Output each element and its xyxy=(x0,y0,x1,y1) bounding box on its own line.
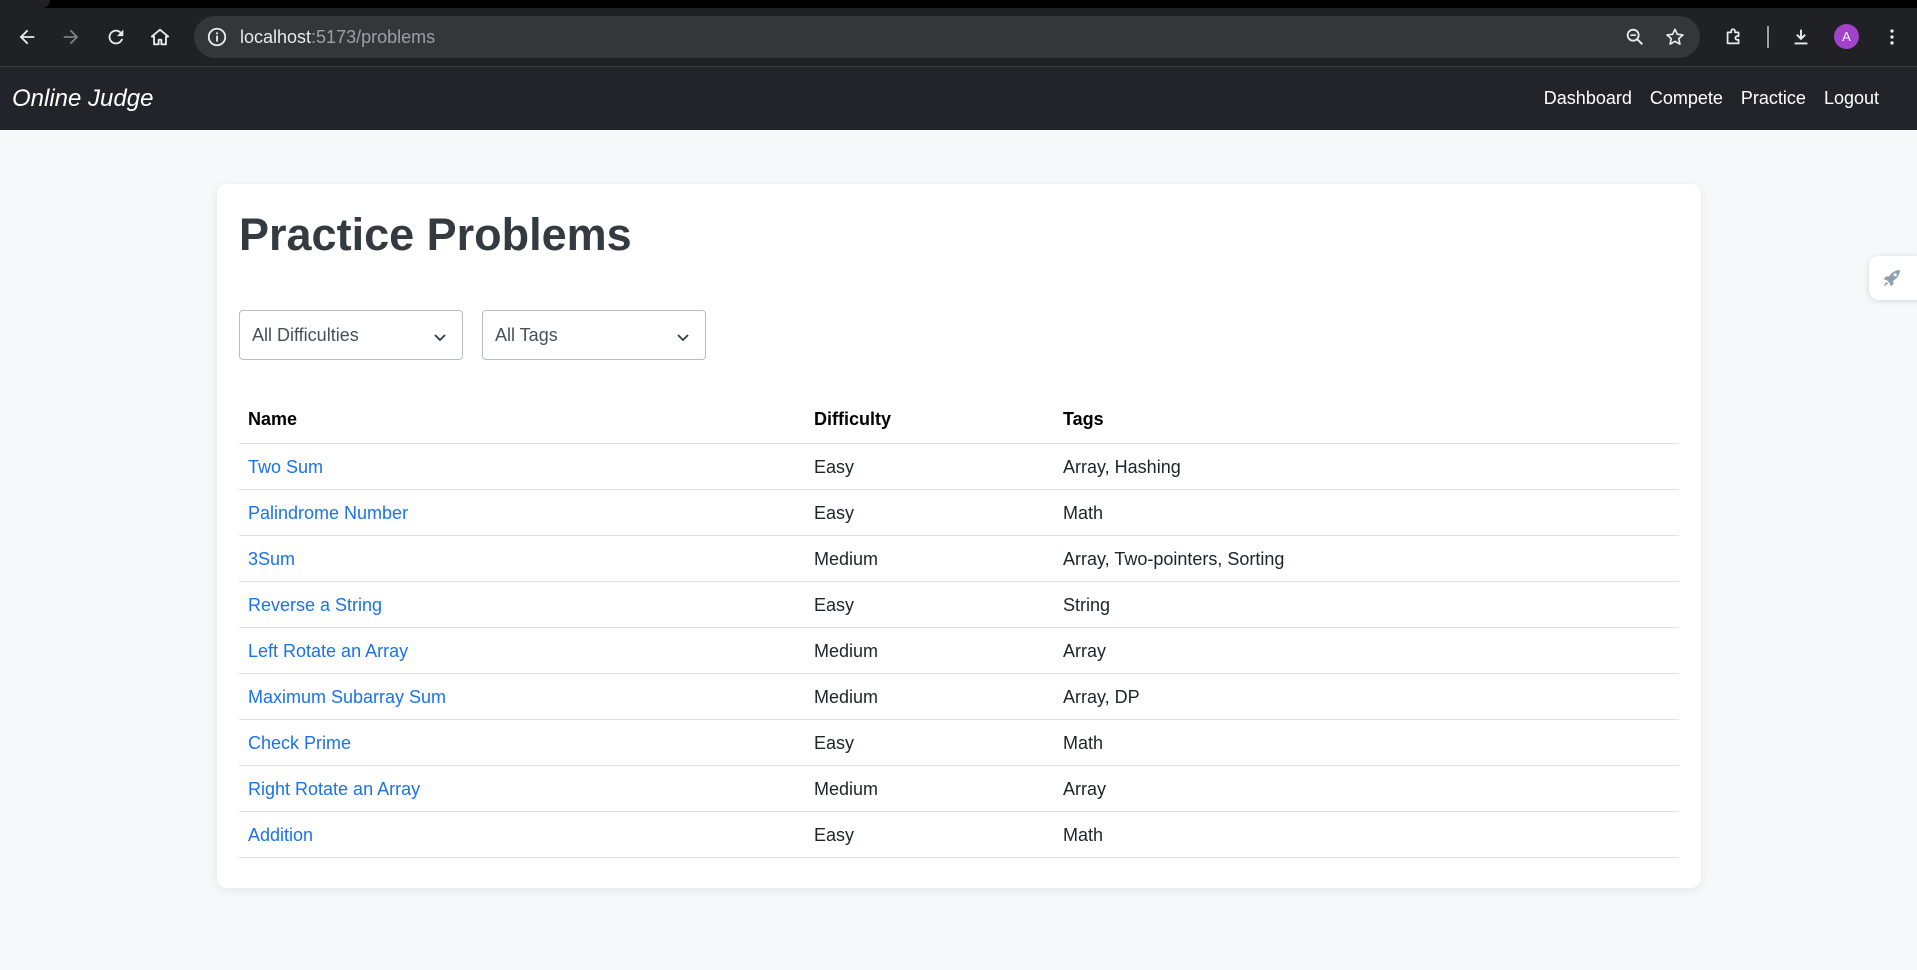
difficulty-filter-select[interactable]: All Difficulties xyxy=(239,310,463,360)
problem-difficulty: Medium xyxy=(814,549,879,569)
profile-avatar[interactable]: A xyxy=(1834,24,1859,49)
nav-link-compete[interactable]: Compete xyxy=(1650,88,1723,109)
problem-difficulty: Medium xyxy=(814,779,879,799)
problem-tags: String xyxy=(1063,595,1111,615)
bookmark-star-icon[interactable] xyxy=(1664,26,1686,48)
problem-difficulty: Easy xyxy=(814,457,855,477)
url-text[interactable]: localhost:5173/problems xyxy=(240,27,435,48)
problem-tags: Array xyxy=(1063,641,1107,661)
zoom-icon[interactable] xyxy=(1624,26,1646,48)
nav-links: Dashboard Compete Practice Logout xyxy=(1544,88,1879,109)
address-bar[interactable]: localhost:5173/problems xyxy=(194,16,1700,58)
problem-difficulty: Medium xyxy=(814,641,879,661)
tags-filter-value: All Tags xyxy=(495,325,558,345)
problems-table: Name Difficulty Tags Two Sum Easy Array,… xyxy=(239,394,1679,858)
nav-link-practice[interactable]: Practice xyxy=(1741,88,1806,109)
problem-link[interactable]: Check Prime xyxy=(248,733,351,754)
problem-tags: Array xyxy=(1063,779,1107,799)
tab-strip xyxy=(0,0,1917,8)
table-row: Right Rotate an Array Medium Array xyxy=(239,766,1679,812)
download-icon[interactable] xyxy=(1784,20,1818,54)
column-header-tags: Tags xyxy=(1063,409,1104,429)
table-row: Left Rotate an Array Medium Array xyxy=(239,628,1679,674)
url-path: :5173/problems xyxy=(311,27,436,47)
extensions-icon[interactable] xyxy=(1717,20,1751,54)
problem-link[interactable]: Addition xyxy=(248,825,313,846)
url-host: localhost xyxy=(240,27,312,47)
problem-difficulty: Easy xyxy=(814,503,855,523)
nav-link-logout[interactable]: Logout xyxy=(1824,88,1879,109)
problem-tags: Array, Hashing xyxy=(1063,457,1181,477)
app-navbar: Online Judge Dashboard Compete Practice … xyxy=(0,67,1917,130)
chevron-down-icon xyxy=(677,334,689,342)
table-row: Maximum Subarray Sum Medium Array, DP xyxy=(239,674,1679,720)
menu-kebab-icon[interactable] xyxy=(1875,20,1909,54)
problem-tags: Array, DP xyxy=(1063,687,1140,707)
brand-logo[interactable]: Online Judge xyxy=(12,85,153,113)
back-icon[interactable] xyxy=(10,20,44,54)
home-icon[interactable] xyxy=(143,20,177,54)
chevron-down-icon xyxy=(434,334,446,342)
table-row: Reverse a String Easy String xyxy=(239,582,1679,628)
reload-icon[interactable] xyxy=(99,20,133,54)
problem-difficulty: Easy xyxy=(814,825,855,845)
column-header-difficulty: Difficulty xyxy=(814,409,892,429)
floating-extension-tab[interactable] xyxy=(1869,256,1917,300)
page-title: Practice Problems xyxy=(239,209,632,260)
problem-link[interactable]: Left Rotate an Array xyxy=(248,641,408,662)
forward-icon[interactable] xyxy=(54,20,88,54)
problem-tags: Math xyxy=(1063,825,1104,845)
table-row: Palindrome Number Easy Math xyxy=(239,490,1679,536)
problem-difficulty: Easy xyxy=(814,733,855,753)
toolbar-separator xyxy=(1767,26,1769,48)
problem-tags: Math xyxy=(1063,733,1104,753)
site-info-icon[interactable] xyxy=(206,26,228,48)
tags-filter-select[interactable]: All Tags xyxy=(482,310,706,360)
table-header: Name Difficulty Tags xyxy=(239,394,1679,444)
column-header-name: Name xyxy=(248,409,298,429)
problem-link[interactable]: Maximum Subarray Sum xyxy=(248,687,446,708)
problem-link[interactable]: Two Sum xyxy=(248,457,323,478)
table-row: Two Sum Easy Array, Hashing xyxy=(239,444,1679,490)
problem-tags: Math xyxy=(1063,503,1104,523)
table-row: Check Prime Easy Math xyxy=(239,720,1679,766)
browser-toolbar: localhost:5173/problems A xyxy=(0,0,1917,67)
table-row: Addition Easy Math xyxy=(239,812,1679,858)
problem-difficulty: Easy xyxy=(814,595,855,615)
problem-tags: Array, Two-pointers, Sorting xyxy=(1063,549,1285,569)
problem-link[interactable]: 3Sum xyxy=(248,549,295,570)
difficulty-filter-value: All Difficulties xyxy=(252,325,359,345)
problem-link[interactable]: Right Rotate an Array xyxy=(248,779,420,800)
problem-link[interactable]: Reverse a String xyxy=(248,595,382,616)
problem-link[interactable]: Palindrome Number xyxy=(248,503,408,524)
nav-link-dashboard[interactable]: Dashboard xyxy=(1544,88,1632,109)
table-row: 3Sum Medium Array, Two-pointers, Sorting xyxy=(239,536,1679,582)
problem-difficulty: Medium xyxy=(814,687,879,707)
problems-card: Practice Problems All Difficulties All T… xyxy=(217,184,1701,888)
rocket-icon xyxy=(1883,270,1900,287)
